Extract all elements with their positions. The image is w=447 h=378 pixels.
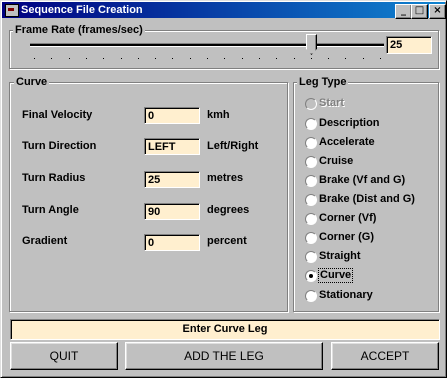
slider-tick (155, 58, 156, 59)
gradient-label: Gradient (22, 235, 68, 247)
radio-corner-vf[interactable] (305, 213, 317, 225)
slider-tick (259, 58, 260, 59)
gradient-unit: percent (207, 235, 247, 247)
slider-tick (363, 58, 364, 59)
radio-cruise[interactable] (305, 156, 317, 168)
close-button[interactable]: × (429, 4, 446, 19)
turn-direction-unit: Left/Right (207, 140, 259, 152)
turn-radius-label: Turn Radius (22, 172, 86, 184)
slider-tick (34, 58, 35, 59)
radio-label-corner-g[interactable]: Corner (G) (319, 231, 374, 244)
radio-stationary[interactable] (305, 290, 317, 302)
radio-label-cruise[interactable]: Cruise (319, 155, 353, 168)
slider-tick (190, 58, 191, 59)
turn-direction-label: Turn Direction (22, 140, 97, 152)
accept-button[interactable]: ACCEPT (331, 342, 439, 370)
radio-label-stationary[interactable]: Stationary (319, 289, 373, 302)
final-velocity-unit: kmh (207, 109, 230, 121)
status-message: Enter Curve Leg (10, 319, 440, 340)
minimize-button[interactable]: _ (395, 4, 412, 19)
radio-label-corner-vf[interactable]: Corner (Vf) (319, 212, 376, 225)
radio-description[interactable] (305, 118, 317, 130)
final-velocity-label: Final Velocity (22, 109, 93, 121)
slider-tick (69, 58, 70, 59)
window-title: Sequence File Creation (21, 4, 143, 16)
slider-tick (86, 58, 87, 59)
title-bar[interactable]: Sequence File Creation _ □ × (2, 2, 446, 19)
radio-straight[interactable] (305, 251, 317, 263)
radio-label-brake-vf-g[interactable]: Brake (Vf and G) (319, 174, 405, 187)
frame-rate-input[interactable]: 25 (386, 36, 432, 54)
slider-tick (207, 58, 208, 59)
frame-rate-legend: Frame Rate (frames/sec) (13, 24, 145, 37)
final-velocity-input[interactable]: 0 (144, 107, 200, 124)
slider-tick (345, 58, 346, 59)
slider-tick (328, 58, 329, 59)
turn-radius-unit: metres (207, 172, 244, 184)
turn-angle-label: Turn Angle (22, 204, 79, 216)
slider-tick (51, 58, 52, 59)
radio-label-curve[interactable]: Curve (317, 268, 354, 283)
slider-tick (138, 58, 139, 59)
turn-angle-unit: degrees (207, 204, 250, 216)
radio-label-start: Start (319, 97, 345, 109)
gradient-input[interactable]: 0 (144, 234, 200, 251)
radio-curve[interactable] (305, 270, 317, 282)
radio-label-brake-dist-g[interactable]: Brake (Dist and G) (319, 193, 415, 206)
curve-legend: Curve (14, 76, 50, 89)
radio-start (305, 98, 317, 110)
radio-brake-vf-g[interactable] (305, 175, 317, 187)
slider-tick (311, 58, 312, 59)
maximize-button[interactable]: □ (411, 4, 428, 19)
radio-label-straight[interactable]: Straight (319, 250, 361, 263)
slider-tick (224, 58, 225, 59)
add-leg-button[interactable]: ADD THE LEG (125, 342, 323, 370)
quit-button[interactable]: QUIT (10, 342, 118, 370)
slider-tick (276, 58, 277, 59)
radio-accelerate[interactable] (305, 137, 317, 149)
radio-corner-g[interactable] (305, 232, 317, 244)
leg-type-legend: Leg Type (297, 76, 349, 89)
turn-direction-input[interactable]: LEFT (144, 138, 200, 155)
slider-tick (294, 58, 295, 59)
radio-label-accelerate[interactable]: Accelerate (319, 136, 375, 149)
radio-brake-dist-g[interactable] (305, 194, 317, 206)
slider-tick (121, 58, 122, 59)
app-icon (5, 4, 19, 17)
turn-angle-input[interactable]: 90 (144, 203, 200, 220)
slider-tick (103, 58, 104, 59)
radio-label-description[interactable]: Description (319, 117, 380, 130)
slider-tick (242, 58, 243, 59)
slider-tick (380, 58, 381, 59)
slider-tick (172, 58, 173, 59)
frame-rate-slider-track[interactable] (30, 43, 384, 47)
turn-radius-input[interactable]: 25 (144, 171, 200, 188)
